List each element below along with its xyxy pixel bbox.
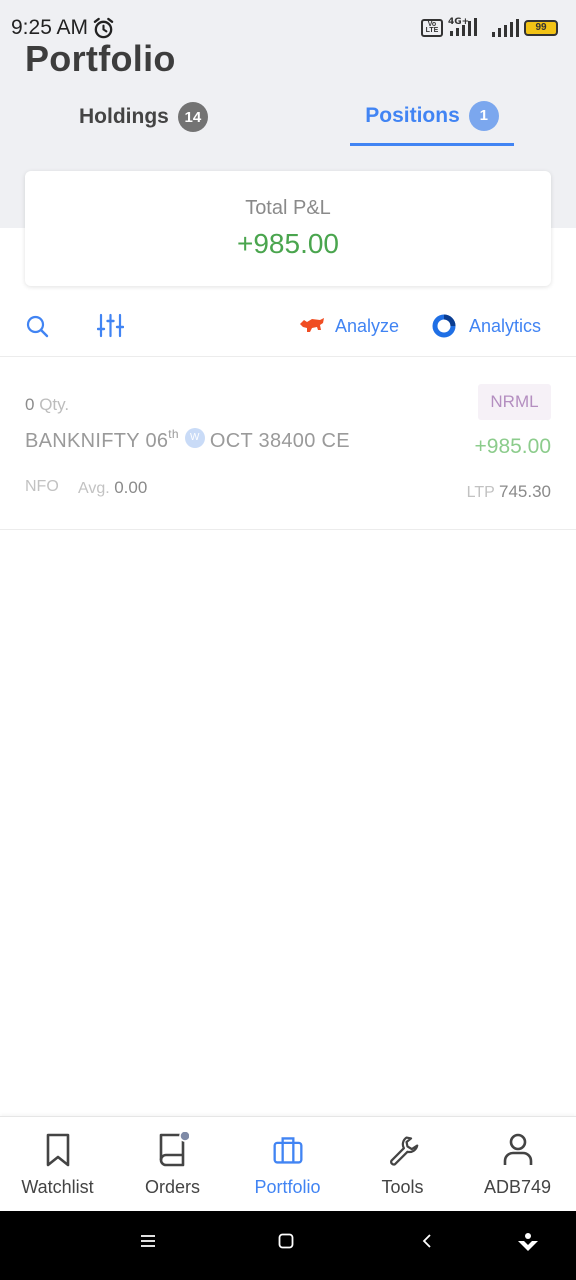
search-icon[interactable] [25, 314, 49, 338]
nav-profile-label: ADB749 [483, 1177, 552, 1197]
nav-orders-label: Orders [144, 1177, 200, 1197]
position-ltp-value: 745.30 [499, 482, 551, 501]
svg-text:4G+: 4G+ [448, 17, 469, 27]
weekly-expiry-badge: W [184, 428, 205, 448]
analytics-button[interactable]: Analytics [431, 310, 541, 342]
nav-watchlist[interactable]: Watchlist [0, 1117, 115, 1212]
position-ltp-label: LTP [466, 484, 495, 501]
status-time: 9:25 AM [11, 16, 89, 39]
nav-watchlist-label: Watchlist [21, 1177, 94, 1197]
briefcase-icon [273, 1137, 302, 1164]
positions-toolbar: Analyze Analytics [0, 300, 576, 357]
volte-icon: Vo LTE [421, 19, 443, 37]
book-icon [159, 1132, 189, 1167]
position-exchange: NFO [25, 478, 59, 495]
android-system-nav [0, 1211, 576, 1280]
analyze-label: Analyze [335, 315, 400, 336]
tab-holdings-label: Holdings [79, 105, 169, 128]
total-pnl-card: Total P&L +985.00 [25, 171, 551, 286]
instrument-expiry-strike: OCT 38400 CE [209, 430, 350, 452]
instrument-expiry-suffix: th [168, 427, 179, 441]
analytics-label: Analytics [469, 315, 542, 336]
position-row[interactable]: 0 Qty. NRML BANKNIFTY 06th W OCT 38400 CE … [0, 358, 576, 530]
nav-orders[interactable]: Orders [115, 1117, 230, 1212]
analytics-ring-icon [432, 314, 456, 338]
filter-sliders-icon[interactable] [97, 313, 124, 338]
position-qty-value: 0 [25, 395, 35, 414]
total-pnl-label: Total P&L [245, 197, 331, 219]
bottom-navigation: Watchlist Orders Portfolio Tools ADB749 [0, 1116, 576, 1211]
signal-icon [492, 19, 519, 37]
nav-tools-label: Tools [381, 1177, 424, 1197]
total-pnl-value: +985.00 [237, 228, 339, 259]
position-ltp: LTP 745.30 [467, 482, 551, 502]
tab-positions-count-badge: 1 [468, 100, 499, 131]
tab-positions[interactable]: Positions 1 [350, 88, 514, 146]
product-type-badge: NRML [478, 384, 551, 420]
assistant-icon[interactable] [517, 1231, 539, 1255]
instrument-expiry-day: 06 [145, 430, 169, 452]
nav-portfolio-label: Portfolio [254, 1177, 321, 1197]
analyze-button[interactable]: Analyze [298, 310, 399, 342]
home-icon[interactable] [278, 1233, 294, 1249]
bookmark-icon [46, 1133, 69, 1167]
position-qty: 0 Qty. [25, 395, 69, 415]
sensibull-bull-icon [300, 318, 324, 332]
alarm-clock-icon [93, 17, 114, 39]
position-avg-value: 0.00 [114, 478, 148, 497]
tab-holdings[interactable]: Holdings 14 [79, 88, 208, 146]
tab-holdings-count-badge: 14 [177, 102, 208, 132]
position-avg-label: Avg. [78, 480, 110, 497]
position-pnl: +985.00 [474, 435, 552, 458]
battery-icon: 99 [524, 20, 558, 36]
tab-positions-label: Positions [365, 103, 460, 127]
position-avg-price: Avg. 0.00 [78, 478, 147, 498]
instrument-symbol: BANKNIFTY [25, 430, 140, 452]
position-qty-unit: Qty. [39, 395, 70, 414]
wrench-icon [389, 1136, 418, 1166]
back-icon[interactable] [420, 1233, 434, 1249]
signal-4g-icon: 4G+ [448, 17, 477, 36]
nav-tools[interactable]: Tools [345, 1117, 460, 1212]
page-title: Portfolio [25, 38, 176, 79]
nav-profile[interactable]: ADB749 [460, 1117, 575, 1212]
nav-portfolio[interactable]: Portfolio [230, 1117, 345, 1212]
user-icon [503, 1133, 532, 1165]
menu-icon[interactable] [140, 1233, 156, 1249]
instrument-name: BANKNIFTY 06th W OCT 38400 CE [25, 427, 350, 453]
